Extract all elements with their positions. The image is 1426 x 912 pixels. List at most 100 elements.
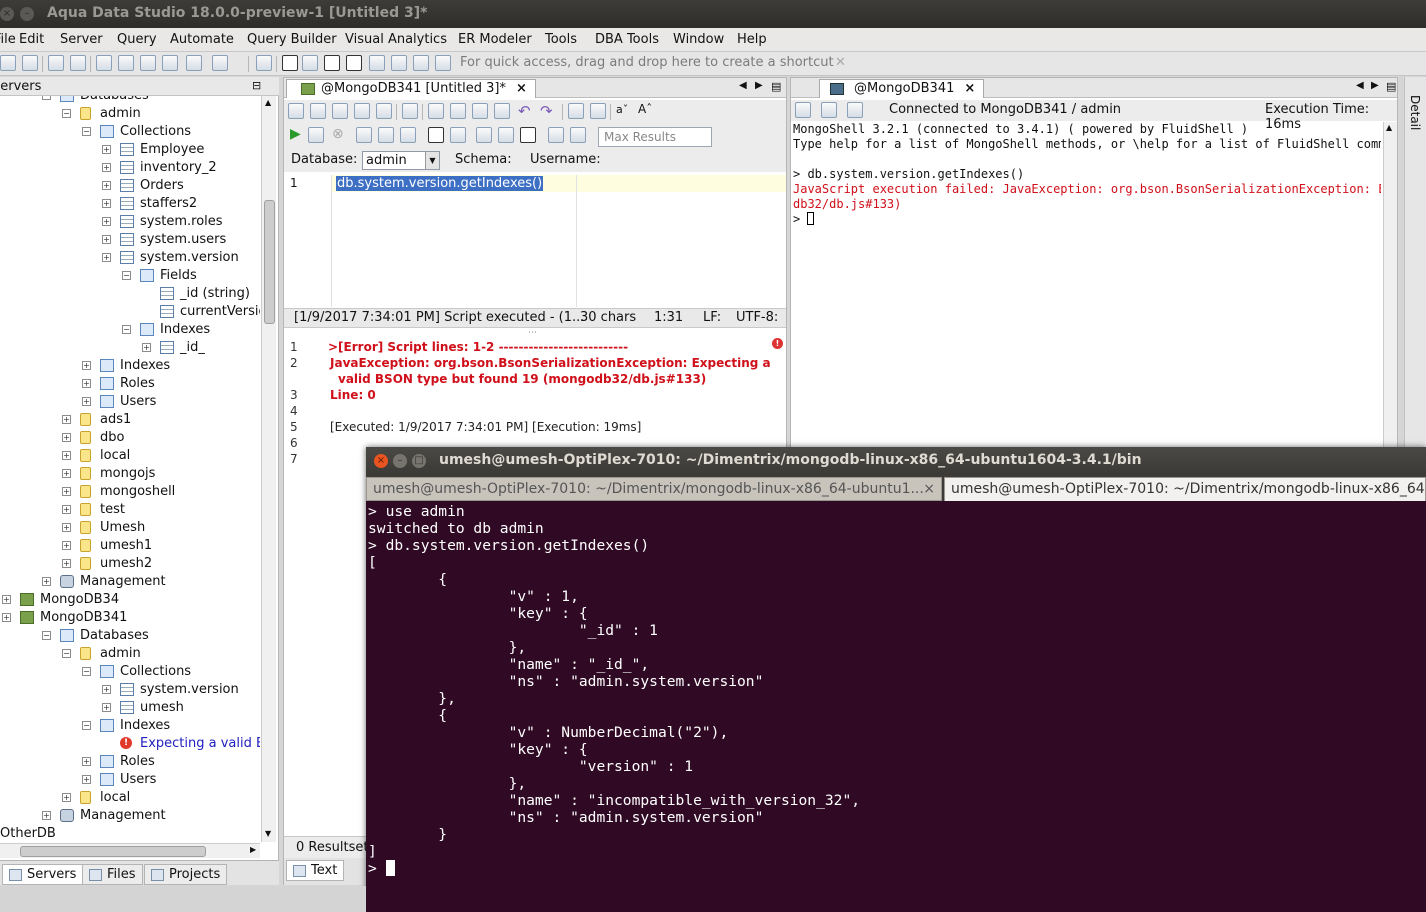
expand-icon[interactable]: + xyxy=(102,181,111,190)
tree-vertical-scrollbar[interactable]: ▲ ▼ xyxy=(261,96,276,842)
tree-node[interactable]: + system.version xyxy=(0,681,260,699)
toolbar-icon[interactable] xyxy=(96,55,112,71)
collapse-icon[interactable]: − xyxy=(62,649,71,658)
copy-icon[interactable] xyxy=(472,103,488,119)
scroll-right-icon[interactable]: ▶ xyxy=(755,80,763,91)
detail-side-tab[interactable]: Detail xyxy=(1404,77,1426,449)
tab-files[interactable]: Files xyxy=(82,864,143,885)
select-icon[interactable] xyxy=(428,103,444,119)
tree-node[interactable]: + test xyxy=(0,501,260,519)
tree-horizontal-scrollbar[interactable]: ▶ xyxy=(0,843,260,858)
collapse-icon[interactable]: − xyxy=(122,271,131,280)
toolbar-icon[interactable] xyxy=(256,55,272,71)
shell-scrollbar[interactable]: ▲ xyxy=(1383,122,1397,448)
toolbar-icon[interactable] xyxy=(548,127,564,143)
expand-icon[interactable]: + xyxy=(82,397,91,406)
tab-projects[interactable]: Projects xyxy=(144,864,228,885)
menu-query-builder[interactable]: Query Builder xyxy=(247,32,337,47)
collapse-icon[interactable]: − xyxy=(82,667,91,676)
menu-server[interactable]: Server xyxy=(60,32,103,47)
expand-icon[interactable]: + xyxy=(102,685,111,694)
toolbar-icon[interactable] xyxy=(162,55,178,71)
expand-icon[interactable]: + xyxy=(82,775,91,784)
terminal-output[interactable]: > use admin switched to db admin > db.sy… xyxy=(368,503,1424,911)
toolbar-icon[interactable] xyxy=(435,55,451,71)
layout-icon[interactable] xyxy=(346,55,362,71)
print-icon[interactable] xyxy=(402,103,418,119)
toolbar-icon[interactable] xyxy=(356,127,372,143)
expand-icon[interactable]: + xyxy=(62,541,71,550)
tree-node[interactable]: + Umesh xyxy=(0,519,260,537)
toolbar-icon[interactable] xyxy=(369,55,385,71)
tree-node[interactable]: + Management xyxy=(0,573,260,591)
code-editor[interactable]: 1 db.system.version.getIndexes() xyxy=(284,175,786,307)
terminal-tab-2[interactable]: umesh@umesh-OptiPlex-7010: ~/Dimentrix/m… xyxy=(944,477,1426,501)
toolbar-icon[interactable] xyxy=(118,55,134,71)
toolbar-icon[interactable] xyxy=(413,55,429,71)
toolbar-icon[interactable] xyxy=(391,55,407,71)
expand-icon[interactable]: + xyxy=(62,523,71,532)
tree-node[interactable]: currentVersion ( xyxy=(0,303,260,321)
expand-icon[interactable]: + xyxy=(62,793,71,802)
menu-query[interactable]: Query xyxy=(117,32,157,47)
toolbar-icon[interactable] xyxy=(70,55,86,71)
minimize-window-button[interactable]: – xyxy=(393,454,407,468)
expand-icon[interactable]: + xyxy=(142,343,151,352)
replace-icon[interactable] xyxy=(590,103,606,119)
tree-node[interactable]: + umesh xyxy=(0,699,260,717)
cut-icon[interactable] xyxy=(450,103,466,119)
toolbar-icon[interactable] xyxy=(795,102,811,118)
braces-icon[interactable] xyxy=(520,127,536,143)
menu-automate[interactable]: Automate xyxy=(170,32,234,47)
expand-icon[interactable]: + xyxy=(62,487,71,496)
increase-font-icon[interactable]: Aˆ xyxy=(638,102,652,116)
menu-edit[interactable]: Edit xyxy=(19,32,44,47)
toolbar-icon[interactable] xyxy=(450,127,466,143)
new-icon[interactable] xyxy=(288,103,304,119)
maximize-window-button[interactable]: □ xyxy=(412,454,426,468)
toolbar-icon[interactable] xyxy=(400,127,416,143)
tree-node[interactable]: − Indexes xyxy=(0,717,260,735)
expand-icon[interactable]: + xyxy=(62,469,71,478)
tree-node[interactable]: + MongoDB34 xyxy=(0,591,260,609)
tab-untitled-3[interactable]: @MongoDB341 [Untitled 3]* × xyxy=(286,79,536,98)
tree-node[interactable]: + Users xyxy=(0,771,260,789)
close-window-button[interactable]: × xyxy=(0,7,14,21)
layout-icon[interactable] xyxy=(302,55,318,71)
expand-icon[interactable]: + xyxy=(102,163,111,172)
minimize-window-button[interactable]: – xyxy=(20,7,34,21)
encoding[interactable]: UTF-8: xyxy=(736,310,778,325)
tab-list-icon[interactable]: ▤ xyxy=(1386,80,1396,93)
close-icon[interactable]: ✕ xyxy=(835,55,846,70)
layout-icon[interactable] xyxy=(282,55,298,71)
collapse-icon[interactable]: − xyxy=(42,631,51,640)
tree-node[interactable]: OtherDB xyxy=(0,825,260,842)
toolbar-icon[interactable] xyxy=(0,55,16,71)
undo-icon[interactable]: ↶ xyxy=(518,102,531,120)
tree-node[interactable]: − Databases xyxy=(0,627,260,645)
scroll-right-icon[interactable]: ▶ xyxy=(1371,80,1379,91)
tab-text[interactable]: Text xyxy=(286,860,345,881)
expand-icon[interactable]: + xyxy=(82,379,91,388)
tree-node[interactable]: + system.roles xyxy=(0,213,260,231)
expand-icon[interactable]: + xyxy=(62,559,71,568)
tree-node[interactable]: + umesh1 xyxy=(0,537,260,555)
tree-node[interactable]: + ads1 xyxy=(0,411,260,429)
scroll-left-icon[interactable]: ◀ xyxy=(1356,80,1364,91)
paste-icon[interactable] xyxy=(494,103,510,119)
menu-help[interactable]: Help xyxy=(737,32,767,47)
tree-node[interactable]: − Databases xyxy=(0,96,260,105)
toolbar-icon[interactable] xyxy=(378,127,394,143)
expand-icon[interactable]: + xyxy=(62,505,71,514)
expand-icon[interactable]: + xyxy=(62,433,71,442)
terminal-tab-1[interactable]: umesh@umesh-OptiPlex-7010: ~/Dimentrix/m… xyxy=(366,477,942,501)
tree-node[interactable]: + Orders xyxy=(0,177,260,195)
results-grid-icon[interactable] xyxy=(428,127,444,143)
expand-icon[interactable]: + xyxy=(2,613,11,622)
tree-node[interactable]: − admin xyxy=(0,645,260,663)
menu-window[interactable]: Window xyxy=(673,32,724,47)
expand-icon[interactable]: + xyxy=(82,361,91,370)
tree-node[interactable]: + umesh2 xyxy=(0,555,260,573)
tree-node[interactable]: + Management xyxy=(0,807,260,825)
decrease-font-icon[interactable]: aˇ xyxy=(616,103,628,116)
